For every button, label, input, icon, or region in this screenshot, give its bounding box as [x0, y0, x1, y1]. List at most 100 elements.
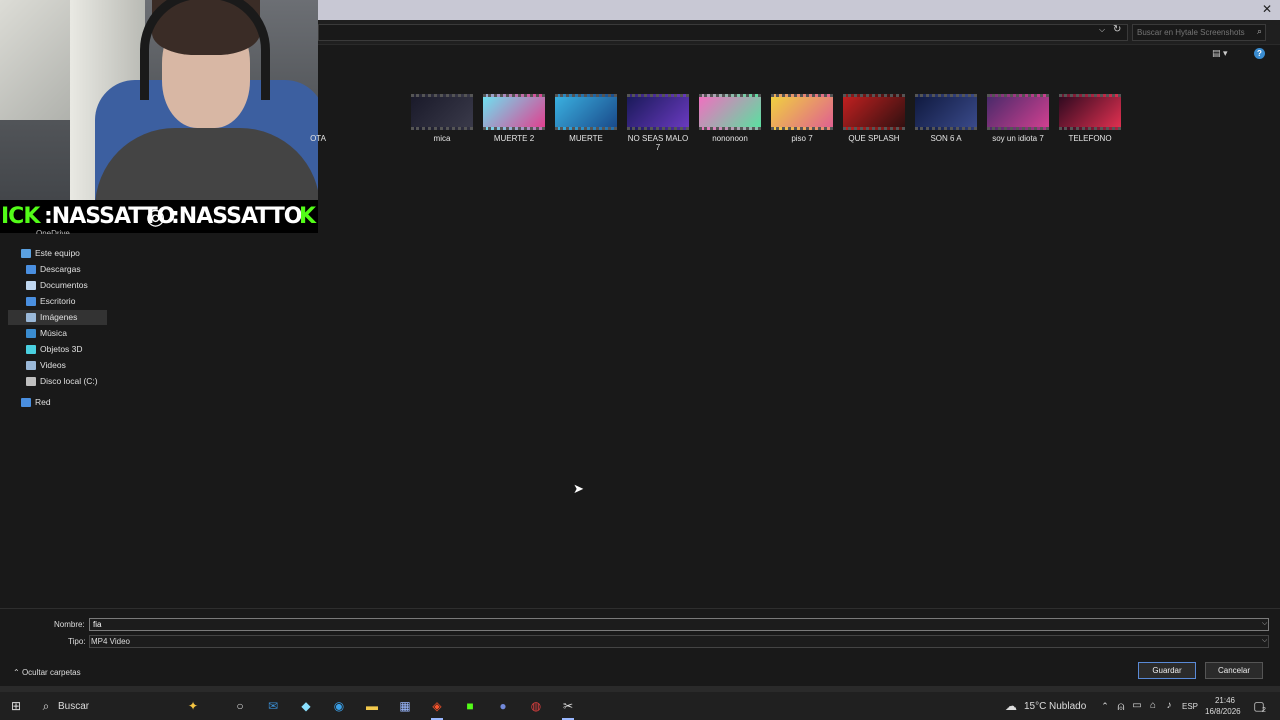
document-icon — [26, 281, 36, 291]
copilot-app-icon[interactable]: ◆ — [299, 699, 313, 713]
sidebar-item-label: Descargas — [40, 264, 81, 274]
address-path[interactable] — [318, 24, 1128, 41]
webcam-overlay — [0, 0, 318, 200]
kick-icon[interactable]: ■ — [463, 699, 477, 713]
file-thumbnail[interactable] — [627, 94, 689, 130]
windows-start-icon[interactable]: ⊞ — [9, 699, 23, 713]
view-options-icon[interactable]: ▤ ▾ — [1212, 48, 1228, 59]
sidebar-item-label: Red — [35, 397, 51, 407]
file-thumbnail[interactable] — [987, 94, 1049, 130]
file-thumbnail[interactable] — [1059, 94, 1121, 130]
file-type-value: MP4 Video — [91, 637, 130, 646]
file-thumbnail[interactable] — [483, 94, 545, 130]
language-indicator[interactable]: ESP — [1182, 702, 1198, 711]
sidebar-item-label: Disco local (C:) — [40, 376, 98, 386]
weather-cloud-icon[interactable]: ☁ — [1004, 699, 1018, 713]
file-type-select[interactable] — [89, 635, 1269, 648]
file-thumbnail[interactable] — [771, 94, 833, 130]
sidebar-item-red[interactable]: Red — [21, 395, 107, 410]
file-explorer-icon[interactable]: ▬ — [365, 699, 379, 713]
file-name-label[interactable]: MUERTE — [550, 134, 622, 143]
display-icon[interactable]: ▭ — [1130, 699, 1144, 713]
file-name-label[interactable]: soy un idiota 7 — [982, 134, 1054, 143]
search-box[interactable]: ⌕ — [1132, 24, 1266, 41]
sidebar-item-documentos[interactable]: Documentos — [26, 278, 107, 293]
search-input[interactable] — [1137, 26, 1249, 38]
type-chevron-icon[interactable]: ⌵ — [1262, 637, 1267, 645]
taskbar-search-icon[interactable]: ⌕ — [39, 699, 53, 713]
capcut-icon[interactable]: ✂ — [561, 699, 575, 713]
file-name-label[interactable]: TELEFONO — [1054, 134, 1126, 143]
help-icon[interactable]: ? — [1254, 48, 1265, 59]
sidebar-item-label: Videos — [40, 360, 66, 370]
hide-folders-label: Ocultar carpetas — [21, 668, 81, 677]
taskbar-search-text[interactable]: Buscar — [58, 701, 89, 712]
sidebar-item-este-equipo[interactable]: Este equipo — [21, 246, 107, 261]
file-thumbnail[interactable] — [555, 94, 617, 130]
webcam-headset — [140, 0, 270, 100]
sidebar-item-escritorio[interactable]: Escritorio — [26, 294, 107, 309]
address-history-chevron-icon[interactable]: ⌵ — [1099, 25, 1105, 35]
navigation-pane: Este equipo Descargas Documentos Escritorio… — [0, 233, 108, 608]
copilot-sparkle-icon[interactable]: ✦ — [186, 699, 200, 713]
file-name-label[interactable]: OTA — [282, 134, 354, 143]
sidebar-item-label: Música — [40, 328, 67, 338]
file-name-label[interactable]: QUE SPLASH — [838, 134, 910, 143]
network-status-icon[interactable]: ⌂ — [1146, 699, 1160, 713]
file-name-label[interactable]: NO SEAS MALO 7 — [627, 134, 689, 152]
volume-icon[interactable]: ♪ — [1162, 699, 1176, 713]
file-name-label[interactable]: piso 7 — [766, 134, 838, 143]
file-name-label[interactable]: nononoon — [694, 134, 766, 143]
obs-icon[interactable]: ◍ — [529, 699, 543, 713]
file-name-label[interactable]: mica — [406, 134, 478, 143]
name-chevron-icon[interactable]: ⌵ — [1262, 620, 1267, 628]
name-label: Nombre: — [54, 620, 85, 629]
sidebar-item-objetos-3d[interactable]: Objetos 3D — [26, 342, 107, 357]
clock-date[interactable]: 16/8/2026 — [1205, 707, 1241, 716]
weather-temperature[interactable]: 15°C — [1024, 701, 1046, 712]
search-icon: ⌕ — [1256, 26, 1262, 36]
tray-chevron-up-icon[interactable]: ⌃ — [1098, 699, 1112, 713]
discord-icon[interactable]: ● — [496, 699, 510, 713]
file-thumbnail[interactable] — [915, 94, 977, 130]
sidebar-item-label: Imágenes — [40, 312, 78, 322]
network-icon — [21, 398, 31, 408]
kick-logo-text: ICK — [1, 204, 40, 229]
type-label: Tipo: — [68, 637, 86, 646]
sidebar-item-label: Escritorio — [40, 296, 76, 306]
brave-icon[interactable]: ◈ — [430, 699, 444, 713]
desktop-icon — [26, 297, 36, 307]
sidebar-item-im-genes[interactable]: Imágenes — [8, 310, 107, 325]
notification-count: 2 — [1262, 707, 1266, 714]
file-name-label[interactable]: SON 6 A — [910, 134, 982, 143]
mouse-cursor-icon: ➤ — [573, 481, 584, 496]
outlook-icon[interactable]: ✉ — [266, 699, 280, 713]
sidebar-item-disco-local-c[interactable]: Disco local (C:) — [26, 374, 107, 389]
cancel-button[interactable]: Cancelar — [1205, 662, 1263, 679]
file-name-input[interactable] — [89, 618, 1269, 631]
weather-description[interactable]: Nublado — [1049, 701, 1086, 712]
cortana-icon[interactable]: ○ — [233, 699, 247, 713]
hide-folders-toggle[interactable]: ⌃ Ocultar carpetas — [13, 668, 81, 677]
file-thumbnail[interactable] — [843, 94, 905, 130]
file-thumbnail[interactable] — [699, 94, 761, 130]
music-icon — [26, 329, 36, 339]
sidebar-item-videos[interactable]: Videos — [26, 358, 107, 373]
download-icon — [26, 265, 36, 275]
instagram-icon: ◎ — [146, 204, 166, 229]
sidebar-item-m-sica[interactable]: Música — [26, 326, 107, 341]
file-thumbnail[interactable] — [411, 94, 473, 130]
sidebar-item-label: Objetos 3D — [40, 344, 83, 354]
file-name-label[interactable]: MUERTE 2 — [478, 134, 550, 143]
pc-icon — [21, 249, 31, 259]
instagram-handle: :NASSATTO — [171, 204, 302, 229]
edge-icon[interactable]: ◉ — [332, 699, 346, 713]
refresh-icon[interactable]: ↻ — [1113, 24, 1121, 35]
store-icon[interactable]: ▦ — [398, 699, 412, 713]
clock-time[interactable]: 21:46 — [1212, 696, 1238, 705]
microphone-icon[interactable]: ⍝ — [1114, 699, 1128, 713]
sidebar-item-descargas[interactable]: Descargas — [26, 262, 107, 277]
save-button[interactable]: Guardar — [1138, 662, 1196, 679]
close-icon[interactable]: ✕ — [1262, 2, 1272, 16]
video-icon — [26, 361, 36, 371]
